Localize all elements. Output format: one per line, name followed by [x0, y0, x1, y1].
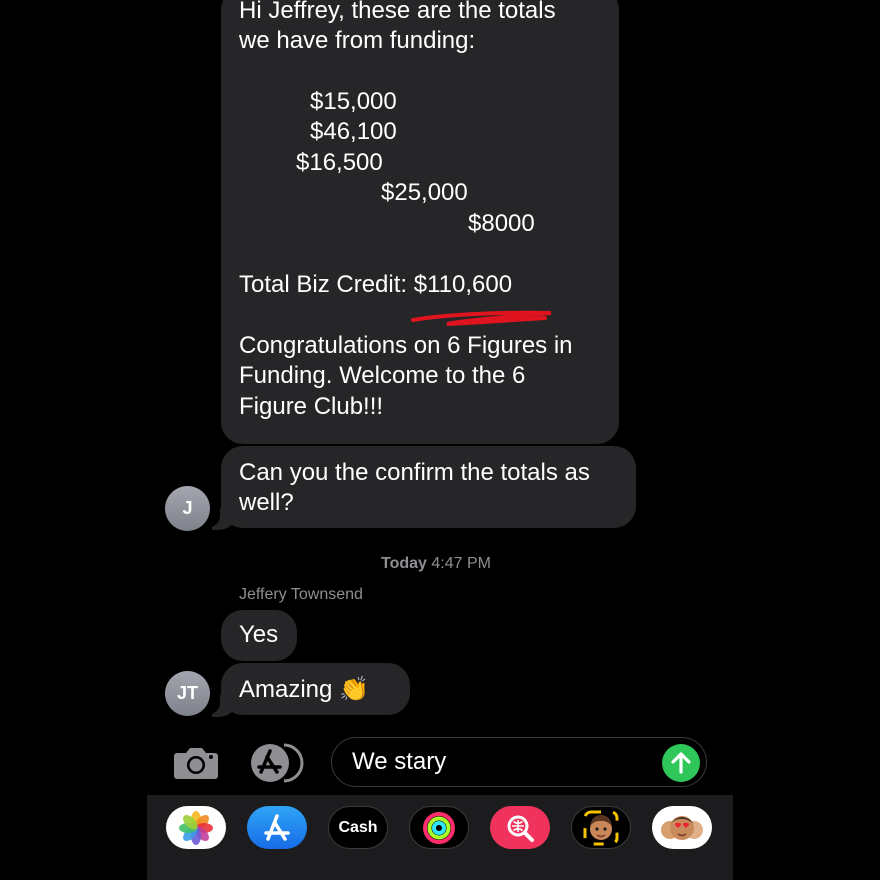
memoji-stickers-icon[interactable]: [652, 806, 712, 849]
message-input[interactable]: We stary: [331, 737, 707, 787]
funding-amount: $46,100: [310, 118, 397, 145]
camera-icon[interactable]: [172, 742, 220, 782]
confirm-message-bubble[interactable]: Can you the confirm the totals as well?: [221, 446, 636, 528]
funding-amount: $15,000: [310, 88, 397, 115]
cash-label: Cash: [338, 818, 378, 836]
red-underline-scribble: [411, 310, 552, 326]
message-text: Yes: [239, 621, 279, 648]
image-search-icon[interactable]: [490, 806, 550, 849]
message-line: well?: [239, 489, 294, 516]
total-line: Total Biz Credit: $110,600: [239, 270, 512, 301]
message-line: Funding. Welcome to the 6: [239, 362, 526, 389]
reply-avatar[interactable]: JT: [165, 671, 210, 716]
message-line: Figure Club!!!: [239, 393, 384, 420]
bubble-tail: [200, 691, 236, 717]
apple-cash-icon[interactable]: Cash: [328, 806, 388, 849]
funding-amount: $25,000: [381, 179, 468, 206]
app-store-icon[interactable]: [250, 743, 306, 783]
message-line: we have from funding:: [239, 27, 476, 54]
send-arrow-icon: [671, 752, 691, 774]
photos-app-icon[interactable]: [166, 806, 226, 849]
funding-message-bubble[interactable]: Hi Jeffrey, these are the totals we have…: [221, 0, 619, 444]
sender-avatar[interactable]: J: [165, 486, 210, 531]
message-line: Can you the confirm the totals as: [239, 459, 590, 486]
reply-amazing-bubble[interactable]: Amazing 👏: [221, 663, 410, 715]
message-input-text: We stary: [352, 748, 447, 775]
timestamp-time: 4:47 PM: [431, 555, 491, 572]
activity-rings-icon[interactable]: [409, 806, 469, 849]
message-line: Hi Jeffrey, these are the totals: [239, 0, 556, 24]
total-value: $110,600: [413, 271, 513, 298]
sender-name: Jeffery Townsend: [239, 586, 363, 603]
funding-amount: $16,500: [296, 149, 383, 176]
message-text-amazing: Amazing: [239, 676, 333, 703]
memoji-icon[interactable]: [571, 806, 631, 849]
clapping-hands-emoji: 👏: [339, 675, 369, 703]
app-drawer: Cash: [147, 795, 733, 880]
message-line: Congratulations on 6 Figures in: [239, 332, 573, 359]
funding-amount: $8000: [468, 210, 535, 237]
send-button[interactable]: [662, 744, 700, 782]
bubble-tail: [200, 504, 236, 530]
timestamp: Today 4:47 PM: [381, 555, 491, 573]
reply-yes-bubble[interactable]: Yes: [221, 610, 297, 661]
total-label: Total Biz Credit:: [239, 271, 408, 298]
app-store-app-icon[interactable]: [247, 806, 307, 849]
timestamp-day: Today: [381, 555, 427, 572]
message-text: Amazing 👏: [239, 674, 369, 706]
